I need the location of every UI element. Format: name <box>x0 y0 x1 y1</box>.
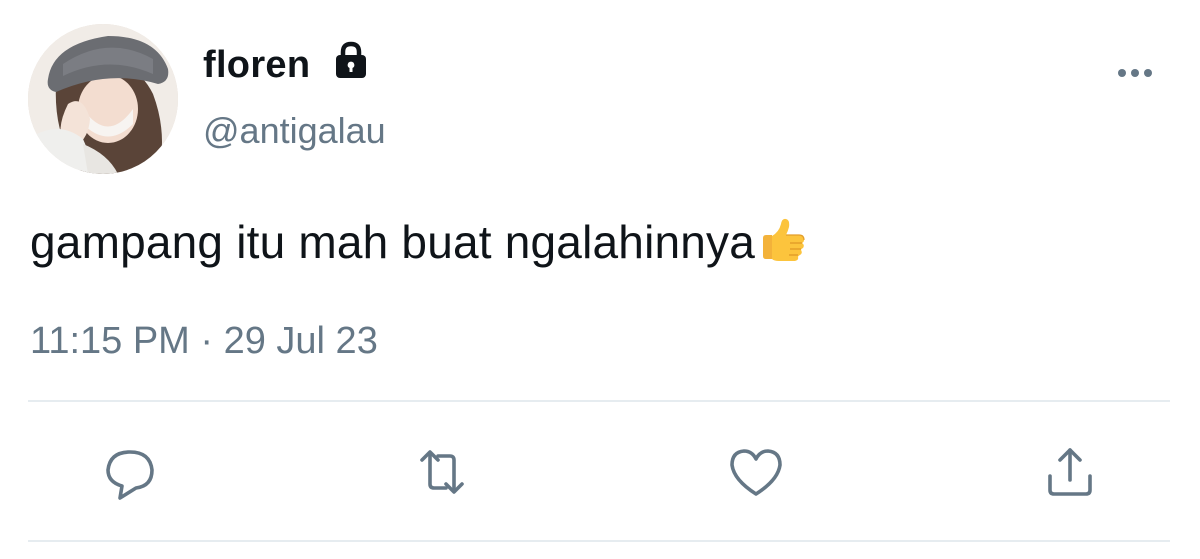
share-icon <box>1048 448 1092 496</box>
share-button[interactable] <box>1038 440 1102 504</box>
tweet-text-content: gampang itu mah buat ngalahinnya <box>30 216 756 268</box>
divider-bottom <box>28 540 1170 542</box>
tweet-timestamp[interactable]: 11:15 PM · 29 Jul 23 <box>30 320 378 363</box>
divider <box>28 400 1170 402</box>
thumbs-up-emoji-icon <box>763 218 805 261</box>
retweet-icon <box>420 450 464 494</box>
like-button[interactable] <box>724 440 788 504</box>
tweet-card: floren @antigalau gampang itu mah buat n… <box>0 0 1200 559</box>
retweet-button[interactable] <box>410 440 474 504</box>
lock-icon <box>336 41 366 78</box>
tweet-text: gampang itu mah buat ngalahinnya <box>30 214 807 269</box>
reply-button[interactable] <box>98 440 162 504</box>
user-handle[interactable]: @antigalau <box>203 110 386 152</box>
ellipsis-icon[interactable] <box>1110 58 1160 88</box>
avatar[interactable] <box>28 24 178 174</box>
heart-icon <box>730 449 782 496</box>
speech-bubble-icon <box>106 450 154 500</box>
avatar-image <box>28 24 178 174</box>
display-name[interactable]: floren <box>203 44 310 87</box>
